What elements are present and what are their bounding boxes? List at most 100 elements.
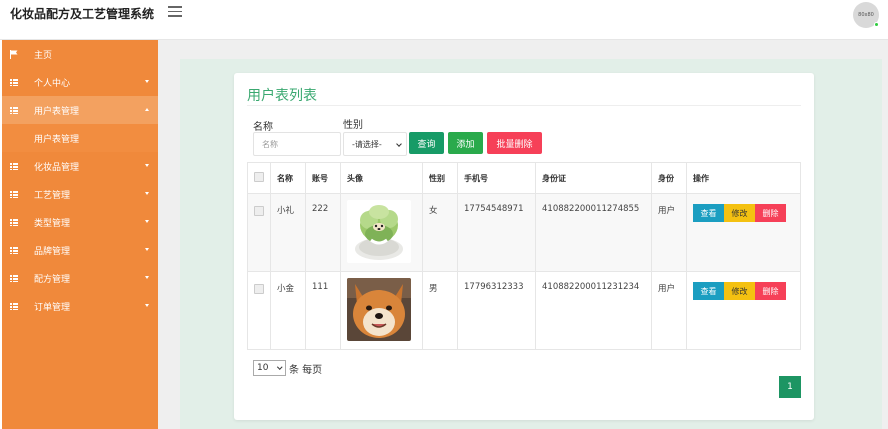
chevron-down-icon [145, 80, 149, 83]
hamburger-menu-icon[interactable] [168, 6, 182, 18]
row-select-cell [247, 271, 271, 350]
sidebar: 主页 个人中心 用户表管理 用户表管理 化妆品管理 工艺管理 类型管理 品牌管理… [2, 40, 158, 429]
app-title: 化妆品配方及工艺管理系统 [10, 7, 155, 21]
grid-icon [10, 78, 18, 86]
sidebar-item-cosmetics[interactable]: 化妆品管理 [2, 152, 158, 180]
select-all-checkbox[interactable] [254, 172, 264, 182]
sidebar-item-label: 订单管理 [34, 302, 71, 313]
grid-icon [10, 106, 18, 114]
actions-cell: 查看 修改 删除 [686, 193, 801, 272]
column-header: 名称 [270, 162, 306, 194]
sidebar-item-label: 化妆品管理 [34, 162, 80, 173]
page-size-select[interactable]: 10 [253, 360, 286, 376]
delete-button[interactable]: 删除 [755, 204, 786, 222]
sidebar-item-user-table[interactable]: 用户表管理 [2, 96, 158, 124]
chevron-down-icon [396, 141, 402, 147]
grid-icon [10, 246, 18, 254]
sidebar-item-label: 个人中心 [34, 78, 71, 89]
sidebar-item-label: 用户表管理 [34, 106, 80, 117]
grid-icon [10, 302, 18, 310]
view-button[interactable]: 查看 [693, 204, 724, 222]
phone-cell: 17754548971 [457, 193, 536, 272]
column-header: 头像 [340, 162, 423, 194]
sidebar-item-label: 配方管理 [34, 274, 71, 285]
account-cell: 111 [305, 271, 341, 350]
per-page-label: 条 每页 [289, 365, 323, 376]
page-size-value: 10 [257, 363, 269, 373]
online-status-dot [874, 22, 879, 27]
chevron-down-icon [145, 192, 149, 195]
sidebar-item-order[interactable]: 订单管理 [2, 292, 158, 320]
avatar-cell [340, 271, 423, 350]
table-header-row: 名称 账号 头像 性别 手机号 身份证 身份 操作 [247, 162, 801, 194]
column-header: 身份证 [535, 162, 652, 194]
avatar-cell [340, 193, 423, 272]
name-label: 名称 [253, 122, 273, 133]
cabbage-dog-avatar [347, 200, 411, 263]
select-all-cell [247, 162, 271, 194]
phone-cell: 17796312333 [457, 271, 536, 350]
sidebar-item-home[interactable]: 主页 [2, 40, 158, 68]
gender-label: 性别 [343, 120, 363, 131]
gender-cell: 女 [422, 193, 458, 272]
user-table: 名称 账号 头像 性别 手机号 身份证 身份 操作 小礼 222 女 17754… [247, 162, 801, 350]
name-search-input[interactable] [253, 132, 341, 156]
table-row: 小金 111 男 17796312333 410882200011231234 … [247, 271, 801, 350]
chevron-down-icon [145, 248, 149, 251]
delete-button[interactable]: 删除 [755, 282, 786, 300]
column-header: 操作 [686, 162, 801, 194]
sidebar-item-brand[interactable]: 品牌管理 [2, 236, 158, 264]
user-avatar[interactable]: 80x80 [853, 2, 879, 28]
page-title: 用户表列表 [247, 88, 317, 104]
chevron-down-icon [276, 364, 282, 370]
sidebar-item-label: 主页 [34, 50, 53, 61]
column-header: 身份 [651, 162, 687, 194]
grid-icon [10, 274, 18, 282]
gender-select-value: -请选择- [352, 139, 382, 149]
id-card-cell: 410882200011274855 [535, 193, 652, 272]
batch-delete-button[interactable]: 批量删除 [487, 132, 542, 154]
sidebar-item-process[interactable]: 工艺管理 [2, 180, 158, 208]
add-button[interactable]: 添加 [448, 132, 483, 154]
query-button[interactable]: 查询 [409, 132, 444, 154]
sidebar-item-label: 用户表管理 [34, 134, 80, 145]
sidebar-item-type[interactable]: 类型管理 [2, 208, 158, 236]
sidebar-item-label: 类型管理 [34, 218, 71, 229]
user-list-card: 用户表列表 名称 性别 -请选择- 查询 添加 批量删除 名称 账号 头像 性别… [234, 73, 814, 420]
divider [247, 105, 801, 106]
row-checkbox[interactable] [254, 284, 264, 294]
column-header: 账号 [305, 162, 341, 194]
role-cell: 用户 [651, 271, 687, 350]
flag-icon [10, 49, 18, 59]
column-header: 性别 [422, 162, 458, 194]
chevron-down-icon [145, 220, 149, 223]
id-card-cell: 410882200011231234 [535, 271, 652, 350]
gender-cell: 男 [422, 271, 458, 350]
sidebar-item-profile[interactable]: 个人中心 [2, 68, 158, 96]
edit-button[interactable]: 修改 [724, 282, 755, 300]
chevron-down-icon [145, 164, 149, 167]
account-cell: 222 [305, 193, 341, 272]
name-cell: 小礼 [270, 193, 306, 272]
row-select-cell [247, 193, 271, 272]
name-cell: 小金 [270, 271, 306, 350]
row-checkbox[interactable] [254, 206, 264, 216]
top-header: 化妆品配方及工艺管理系统 80x80 [0, 0, 888, 40]
sidebar-item-label: 工艺管理 [34, 190, 71, 201]
column-header: 手机号 [457, 162, 536, 194]
role-cell: 用户 [651, 193, 687, 272]
grid-icon [10, 190, 18, 198]
chevron-down-icon [145, 304, 149, 307]
table-row: 小礼 222 女 17754548971 410882200011274855 … [247, 193, 801, 272]
sidebar-subitem-user-table[interactable]: 用户表管理 [2, 124, 158, 152]
view-button[interactable]: 查看 [693, 282, 724, 300]
shiba-dog-avatar [347, 278, 411, 341]
grid-icon [10, 162, 18, 170]
edit-button[interactable]: 修改 [724, 204, 755, 222]
grid-icon [10, 218, 18, 226]
sidebar-item-label: 品牌管理 [34, 246, 71, 257]
page-number-button[interactable]: 1 [779, 376, 801, 398]
gender-select[interactable]: -请选择- [343, 132, 407, 156]
sidebar-item-formula[interactable]: 配方管理 [2, 264, 158, 292]
chevron-down-icon [145, 276, 149, 279]
